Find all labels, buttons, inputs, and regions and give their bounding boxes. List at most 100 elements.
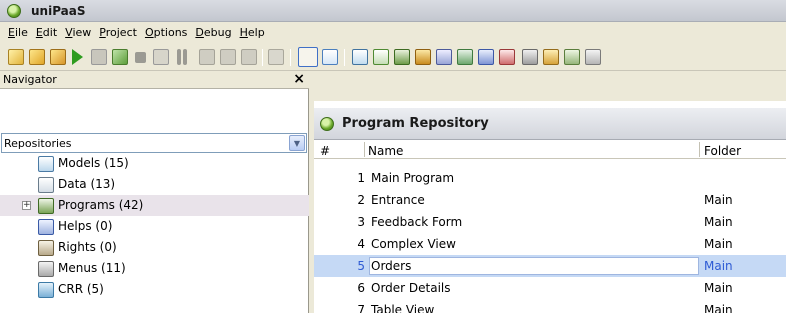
- programs-icon: [38, 198, 54, 214]
- row-folder: Main: [704, 215, 733, 229]
- forms-repo-icon[interactable]: [522, 49, 538, 65]
- tree-item-data[interactable]: Data (13): [0, 174, 309, 195]
- table-row[interactable]: 7 Table View Main: [314, 299, 786, 313]
- toolbar-separator: [262, 49, 263, 66]
- repositories-select[interactable]: Repositories ▼: [1, 133, 307, 153]
- tree-item-programs[interactable]: + Programs (42): [0, 195, 309, 216]
- row-folder: Main: [704, 281, 733, 295]
- tree-item-label: Programs (42): [58, 198, 144, 212]
- column-header-name[interactable]: Name: [368, 144, 403, 158]
- stop-icon[interactable]: [135, 52, 146, 63]
- tree-item-helps[interactable]: Helps (0): [0, 216, 309, 237]
- row-number: 6: [357, 281, 365, 295]
- table-row-selected[interactable]: 5 Orders Main: [314, 255, 786, 277]
- programs-repo-icon[interactable]: [394, 49, 410, 65]
- row-name: Feedback Form: [371, 215, 463, 229]
- navigator-toggle-icon[interactable]: [298, 47, 318, 67]
- row-number: 3: [357, 215, 365, 229]
- breakpoint-icon[interactable]: [199, 49, 215, 65]
- close-icon[interactable]: ×: [293, 72, 305, 87]
- chevron-down-icon[interactable]: ▼: [289, 135, 305, 151]
- tree-item-rights[interactable]: Rights (0): [0, 237, 309, 258]
- menus-repo-icon[interactable]: [457, 49, 473, 65]
- properties-icon[interactable]: [322, 49, 338, 65]
- row-name: Order Details: [371, 281, 451, 295]
- menu-bar: Eile Edit View Project Options Debug Hel…: [0, 22, 786, 43]
- row-name: Entrance: [371, 193, 425, 207]
- stack-icon[interactable]: [241, 49, 257, 65]
- menu-view[interactable]: View: [61, 26, 95, 39]
- models-repo-icon[interactable]: [352, 49, 368, 65]
- toolbar-separator: [290, 49, 291, 66]
- components-repo-icon[interactable]: [499, 49, 515, 65]
- crr-icon: [38, 282, 54, 298]
- table-row[interactable]: 3 Feedback Form Main: [314, 211, 786, 233]
- pause-icon[interactable]: [177, 49, 181, 65]
- program-repository-titlebar: Program Repository: [314, 108, 786, 140]
- app-logo-icon: [7, 3, 21, 18]
- table-row[interactable]: 1 Main Program: [314, 167, 786, 189]
- row-name-edit-field[interactable]: Orders: [369, 257, 699, 275]
- tree-item-label: Menus (11): [58, 261, 126, 275]
- tree-item-menus[interactable]: Menus (11): [0, 258, 309, 279]
- helps-repo-icon[interactable]: [415, 49, 431, 65]
- run-icon[interactable]: [72, 49, 83, 65]
- row-folder: Main: [704, 259, 733, 273]
- column-header-folder[interactable]: Folder: [704, 144, 741, 158]
- list-repo-icon[interactable]: [585, 49, 601, 65]
- rights-icon: [38, 240, 54, 256]
- column-header-number[interactable]: #: [320, 144, 330, 158]
- expand-icon[interactable]: +: [22, 201, 31, 210]
- menu-options[interactable]: Options: [141, 26, 191, 39]
- app-title: uniPaaS: [31, 3, 86, 18]
- column-divider[interactable]: [699, 142, 700, 157]
- pause-icon-bar: [183, 49, 187, 65]
- menus-icon: [38, 261, 54, 277]
- row-number: 4: [357, 237, 365, 251]
- repositories-select-value: Repositories: [4, 136, 72, 150]
- row-folder: Main: [704, 193, 733, 207]
- data-repo-icon[interactable]: [373, 49, 389, 65]
- tree-icon[interactable]: [268, 49, 284, 65]
- events-repo-icon[interactable]: [478, 49, 494, 65]
- toolbar-separator: [344, 49, 345, 66]
- watch-icon[interactable]: [220, 49, 236, 65]
- navigator-title: Navigator: [3, 73, 57, 86]
- table-row[interactable]: 6 Order Details Main: [314, 277, 786, 299]
- menu-edit[interactable]: Edit: [32, 26, 61, 39]
- models-icon: [38, 156, 54, 172]
- open-project-icon[interactable]: [29, 49, 45, 65]
- close-project-icon[interactable]: [50, 49, 66, 65]
- row-name: Orders: [371, 259, 412, 273]
- row-number: 7: [357, 303, 365, 313]
- tree-item-crr[interactable]: CRR (5): [0, 279, 309, 300]
- row-number: 5: [357, 259, 365, 273]
- tree-item-label: Models (15): [58, 156, 129, 170]
- tree-item-label: CRR (5): [58, 282, 104, 296]
- tree-item-models[interactable]: Models (15): [0, 153, 309, 174]
- toolbar: [0, 43, 786, 71]
- menu-file[interactable]: Eile: [4, 26, 32, 39]
- row-name: Complex View: [371, 237, 456, 251]
- crr-repo-icon[interactable]: [543, 49, 559, 65]
- row-folder: Main: [704, 237, 733, 251]
- program-repository-title: Program Repository: [342, 116, 489, 131]
- navigator-header: Navigator ×: [0, 71, 309, 89]
- menu-help[interactable]: Help: [236, 26, 269, 39]
- step-icon[interactable]: [91, 49, 107, 65]
- row-folder: Main: [704, 303, 733, 313]
- rights-repo-icon[interactable]: [436, 49, 452, 65]
- check-icon[interactable]: [153, 49, 169, 65]
- app-logo-icon: [320, 116, 334, 131]
- new-project-icon[interactable]: [8, 49, 24, 65]
- menu-project[interactable]: Project: [95, 26, 141, 39]
- edit-repo-icon[interactable]: [564, 49, 580, 65]
- title-bar: uniPaaS: [0, 0, 786, 22]
- debug-run-icon[interactable]: [112, 49, 128, 65]
- table-row[interactable]: 4 Complex View Main: [314, 233, 786, 255]
- column-divider[interactable]: [364, 142, 365, 157]
- table-row[interactable]: 2 Entrance Main: [314, 189, 786, 211]
- tree-item-label: Rights (0): [58, 240, 117, 254]
- menu-debug[interactable]: Debug: [191, 26, 235, 39]
- tree-item-label: Helps (0): [58, 219, 113, 233]
